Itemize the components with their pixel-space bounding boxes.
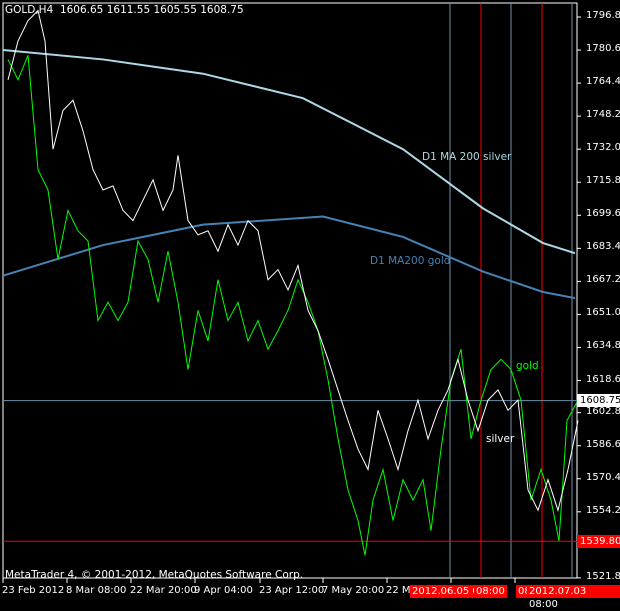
ma-gold-label: D1 MA200 gold <box>370 255 451 267</box>
date-label: 7 May 20:00 <box>322 585 385 596</box>
ma-gold-line <box>2 215 576 300</box>
vline-time-label: 08:00 <box>474 585 507 598</box>
date-label: 23 Apr 12:00 <box>259 585 325 596</box>
price-axis-label: 1554.25 <box>586 504 620 516</box>
date-label: 23 Feb 2012 <box>2 585 65 596</box>
price-axis-label: 1634.80 <box>586 340 620 352</box>
price-axis-label: 1570.45 <box>586 471 620 483</box>
gold-label: gold <box>516 360 539 372</box>
vline-time-label: 2012.07.03 08:00 <box>527 585 620 610</box>
date-label: 9 Apr 04:00 <box>194 585 253 596</box>
close-value: 1608.75 <box>200 4 244 16</box>
price-axis-label: 1764.40 <box>586 76 620 88</box>
price-axis-label: 1699.60 <box>586 208 620 220</box>
price-axis-label: 1683.40 <box>586 241 620 253</box>
high-value: 1611.55 <box>106 4 151 16</box>
price-axis-label: 1651.00 <box>586 307 620 319</box>
chart-frame <box>2 2 578 579</box>
symbol-label: GOLD,H4 <box>5 4 54 16</box>
hline-price-tag: 1539.80 <box>577 535 620 548</box>
chart-header: GOLD,H4 1606.65 1611.55 1605.55 1608.75 <box>5 4 244 16</box>
price-axis-label: 1715.80 <box>586 175 620 187</box>
chart-window[interactable]: GOLD,H4 1606.65 1611.55 1605.55 1608.75 … <box>0 0 620 610</box>
price-axis-label: 1748.20 <box>586 109 620 121</box>
price-axis-label: 1780.60 <box>586 43 620 55</box>
price-axis-label: 1796.80 <box>586 10 620 21</box>
ma-silver-label: D1 MA 200 silver <box>422 151 512 163</box>
price-axis-label: 1618.60 <box>586 373 620 385</box>
price-axis-ticks <box>2 16 581 583</box>
price-chart[interactable] <box>0 0 620 600</box>
date-label: 8 Mar 08:00 <box>66 585 127 596</box>
gold-price-line <box>7 55 579 556</box>
price-axis-label: 1602.85 <box>586 405 620 417</box>
price-axis-label: 1732.00 <box>586 142 620 154</box>
price-axis-label: 1667.20 <box>586 274 620 286</box>
silver-label: silver <box>486 433 515 445</box>
price-axis-label: 1521.85 <box>586 570 620 582</box>
date-label: 22 Mar 20:00 <box>130 585 197 596</box>
low-value: 1605.55 <box>153 4 197 16</box>
price-axis-label: 1586.65 <box>586 438 620 450</box>
copyright-text: MetaTrader 4, © 2001-2012, MetaQuotes So… <box>5 569 304 581</box>
open-value: 1606.65 <box>59 4 104 16</box>
current-price-tag: 1608.75 <box>577 394 620 407</box>
